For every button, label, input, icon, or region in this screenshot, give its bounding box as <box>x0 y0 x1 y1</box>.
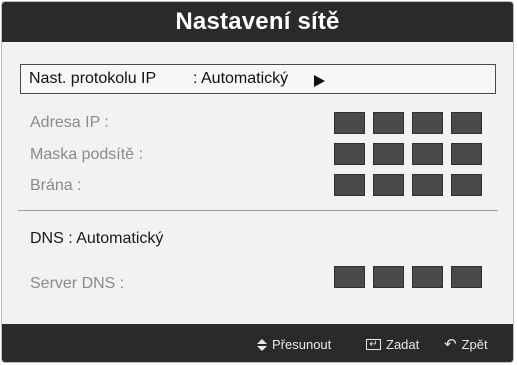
back-hint: ↶ Zpět <box>444 337 488 352</box>
subnet-mask-octet-2 <box>373 143 404 165</box>
settings-panel: Nast. protokolu IP : Automatický Adresa … <box>2 42 513 324</box>
move-hint-label: Přesunout <box>272 337 332 352</box>
ip-address-field <box>334 112 482 134</box>
subnet-mask-octet-3 <box>412 143 443 165</box>
section-divider <box>18 210 498 211</box>
gateway-octet-3 <box>412 174 443 196</box>
dialog-title: Nastavení sítě <box>2 2 513 42</box>
gateway-octet-2 <box>373 174 404 196</box>
ip-address-label: Adresa IP : <box>30 114 109 131</box>
ip-protocol-label: Nast. protokolu IP <box>29 70 157 87</box>
ip-address-octet-3 <box>412 112 443 134</box>
back-hint-label: Zpět <box>461 337 488 352</box>
ip-address-octet-4 <box>451 112 482 134</box>
dns-server-octet-1 <box>334 266 365 288</box>
dns-server-octet-2 <box>373 266 404 288</box>
move-hint: Přesunout <box>257 337 331 352</box>
ip-address-octet-2 <box>373 112 404 134</box>
help-bar: Přesunout ↵ Zadat ↶ Zpět <box>2 324 513 362</box>
ip-protocol-value: : Automatický <box>193 70 289 87</box>
network-settings-dialog: Nastavení sítě Nast. protokolu IP : Auto… <box>1 1 514 363</box>
enter-key-icon: ↵ <box>366 339 381 350</box>
gateway-octet-1 <box>334 174 365 196</box>
dns-server-label: Server DNS : <box>30 275 125 292</box>
gateway-octet-4 <box>451 174 482 196</box>
dns-server-octet-3 <box>412 266 443 288</box>
right-triangle-icon[interactable] <box>314 75 325 87</box>
ip-protocol-setting[interactable]: Nast. protokolu IP : Automatický <box>20 64 496 94</box>
ip-address-octet-1 <box>334 112 365 134</box>
enter-hint: ↵ Zadat <box>366 337 419 352</box>
dns-server-octet-4 <box>451 266 482 288</box>
gateway-field <box>334 174 482 196</box>
subnet-mask-label: Maska podsítě : <box>30 146 143 163</box>
return-arrow-icon: ↶ <box>444 336 457 353</box>
gateway-label: Brána : <box>30 177 82 194</box>
dns-setting[interactable]: DNS : Automatický <box>30 230 163 248</box>
subnet-mask-octet-4 <box>451 143 482 165</box>
subnet-mask-field <box>334 143 482 165</box>
enter-hint-label: Zadat <box>386 337 420 352</box>
subnet-mask-octet-1 <box>334 143 365 165</box>
up-down-arrows-icon <box>257 338 267 351</box>
dns-server-field <box>334 266 482 288</box>
